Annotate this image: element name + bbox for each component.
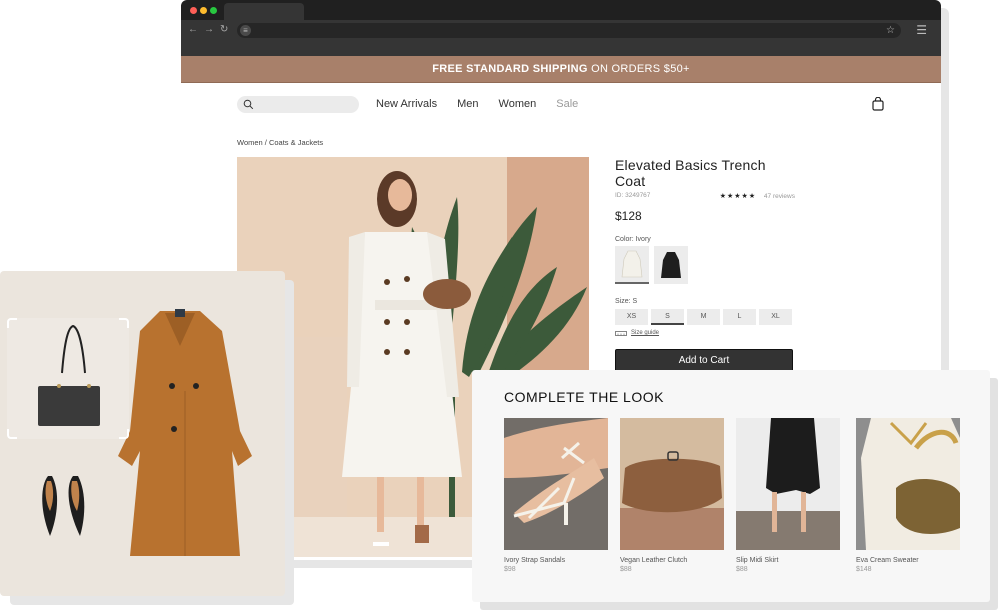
clutch-image[interactable] [620, 418, 724, 550]
size-xl[interactable]: XL [759, 309, 792, 325]
color-swatch-ivory[interactable] [615, 246, 649, 284]
black-coat-thumbnail [661, 252, 681, 278]
color-swatch-black[interactable] [654, 246, 688, 284]
ivory-sandals-photo [504, 418, 608, 550]
look-item-name[interactable]: Eva Cream Sweater [856, 557, 960, 564]
stage: ← → ↻ ≡ ☆ ☰ FREE STANDARD SHIPPING ON OR… [0, 0, 1000, 612]
size-label: Size: S [615, 298, 638, 305]
size-s[interactable]: S [651, 309, 684, 325]
promo-text: ON ORDERS $50+ [587, 63, 690, 75]
eva-cream-sweater-photo [856, 418, 960, 550]
rating[interactable]: ★★★★★ 47 reviews [720, 192, 795, 200]
nav-women[interactable]: Women [499, 98, 537, 110]
look-item[interactable]: Vegan Leather Clutch $88 [620, 418, 724, 573]
look-item-price: $98 [504, 566, 516, 573]
search-icon [243, 99, 254, 110]
complete-the-look-panel: COMPLETE THE LOOK Ivory Strap Sandals $9… [472, 370, 990, 602]
reload-icon[interactable]: ↻ [220, 24, 228, 36]
browser-toolbar: ← → ↻ ≡ ☆ ☰ [181, 20, 941, 56]
browser-tab[interactable] [224, 3, 304, 20]
size-guide-link[interactable]: Size guide [631, 330, 659, 336]
title-bar [181, 0, 941, 20]
promo-banner: FREE STANDARD SHIPPING ON ORDERS $50+ [181, 56, 941, 83]
look-item-name[interactable]: Ivory Strap Sandals [504, 557, 608, 564]
skirt-image[interactable] [736, 418, 840, 550]
look-item[interactable]: Slip Midi Skirt $88 [736, 418, 840, 573]
look-item-name[interactable]: Vegan Leather Clutch [620, 557, 724, 564]
site-info-icon[interactable]: ≡ [240, 25, 251, 36]
product-price: $128 [615, 209, 642, 223]
search-input[interactable] [237, 96, 359, 113]
bookmark-star-icon[interactable]: ☆ [886, 23, 895, 38]
sandals-image[interactable] [504, 418, 608, 550]
close-window-button[interactable] [190, 7, 197, 14]
look-item-price: $88 [620, 566, 632, 573]
look-item-price: $148 [856, 566, 872, 573]
shopping-bag-icon[interactable] [872, 97, 884, 111]
color-swatches [615, 246, 795, 284]
slip-midi-skirt-photo [736, 418, 840, 550]
vegan-leather-clutch-photo [620, 418, 724, 550]
color-label: Color: Ivory [615, 236, 651, 243]
size-guide[interactable]: Size guide [615, 330, 795, 336]
black-pumps [42, 476, 85, 536]
forward-arrow-icon[interactable]: → [204, 24, 214, 36]
nav-sale[interactable]: Sale [556, 98, 578, 110]
maximize-window-button[interactable] [210, 7, 217, 14]
look-item[interactable]: Ivory Strap Sandals $98 [504, 418, 608, 573]
browser-menu-icon[interactable]: ☰ [916, 24, 927, 36]
size-xs[interactable]: XS [615, 309, 648, 325]
sweater-image[interactable] [856, 418, 960, 550]
product-title: Elevated Basics Trench Coat [615, 157, 766, 189]
minimize-window-button[interactable] [200, 7, 207, 14]
site-navigation: New Arrivals Men Women Sale [181, 83, 941, 128]
product-details: Elevated Basics Trench Coat ID: 3249767 … [615, 157, 795, 373]
review-count[interactable]: 47 reviews [764, 193, 795, 200]
detected-item-frame[interactable] [7, 318, 129, 439]
nav-new-arrivals[interactable]: New Arrivals [376, 98, 437, 110]
address-bar[interactable]: ≡ ☆ [237, 23, 901, 38]
size-m[interactable]: M [687, 309, 720, 325]
size-options: XS S M L XL [615, 309, 795, 325]
flatlay-card [0, 271, 285, 596]
size-l[interactable]: L [723, 309, 756, 325]
nav-men[interactable]: Men [457, 98, 478, 110]
star-rating-icon: ★★★★★ [719, 193, 757, 200]
look-item-name[interactable]: Slip Midi Skirt [736, 557, 840, 564]
complete-the-look-title: COMPLETE THE LOOK [504, 389, 664, 405]
back-arrow-icon[interactable]: ← [188, 24, 198, 36]
ivory-coat-thumbnail [621, 250, 643, 278]
look-item-price: $88 [736, 566, 748, 573]
camel-trench-coat [118, 309, 252, 556]
product-id: ID: 3249767 [615, 192, 651, 199]
promo-bold-text: FREE STANDARD SHIPPING [432, 63, 588, 75]
black-tote-bag [38, 324, 100, 426]
breadcrumb[interactable]: Women / Coats & Jackets [237, 138, 323, 147]
look-item[interactable]: Eva Cream Sweater $148 [856, 418, 960, 573]
ruler-icon [615, 330, 627, 336]
